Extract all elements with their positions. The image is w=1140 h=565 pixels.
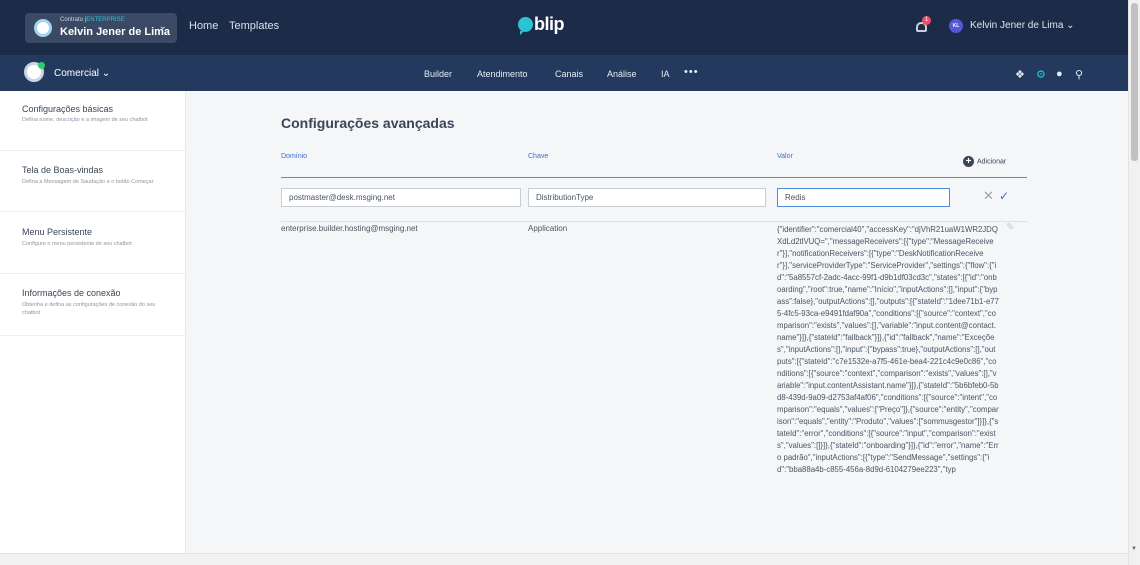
top-bar: Contrato |ENTERPRISE Kelvin Jener de Lim… <box>0 0 1128 55</box>
sidebar-item-desc: Defina a Mensagem de Saudação e o botão … <box>22 179 154 185</box>
row-domain: enterprise.builder.hosting@msging.net <box>281 224 418 233</box>
contract-label: Contrato |ENTERPRISE <box>60 17 125 23</box>
nav-atendimento[interactable]: Atendimento <box>477 69 528 79</box>
vertical-scrollbar[interactable]: ▼ <box>1128 0 1140 565</box>
row-divider <box>281 221 1027 222</box>
sidebar-item-title: Tela de Boas-vindas <box>22 165 104 175</box>
contract-avatar <box>34 19 52 37</box>
contract-name: Kelvin Jener de Lima <box>60 26 171 38</box>
sidebar-item-desc: Obtenha e defina as configurações de con… <box>22 302 156 316</box>
notification-badge: 1 <box>922 16 931 25</box>
scroll-down-arrow-icon[interactable]: ▼ <box>1131 546 1137 552</box>
horizontal-scrollbar[interactable] <box>0 553 1128 565</box>
cancel-edit-icon[interactable]: ✕ <box>983 188 994 204</box>
blip-logo-text: blip <box>534 14 565 34</box>
sidebar-item-welcome[interactable]: Tela de Boas-vindas Defina a Mensagem de… <box>0 151 185 212</box>
page-title: Configurações avançadas <box>281 115 455 131</box>
puzzle-icon[interactable]: ❖ <box>1015 68 1025 81</box>
key-input[interactable] <box>528 188 766 207</box>
advanced-settings-panel: Configurações avançadas Domínio Chave Va… <box>186 91 1128 565</box>
home-link[interactable]: Home <box>189 20 218 32</box>
nav-builder[interactable]: Builder <box>424 69 452 79</box>
chevron-down-icon: ⌄ <box>1066 20 1075 31</box>
column-header-domain: Domínio <box>281 153 308 160</box>
blip-logo-icon <box>518 17 533 35</box>
user-avatar[interactable]: KL <box>949 19 963 33</box>
sidebar-item-title: Menu Persistente <box>22 227 93 237</box>
chevron-down-icon: ⌄ <box>158 21 167 32</box>
header-divider <box>281 177 1027 178</box>
nav-canais[interactable]: Canais <box>555 69 583 79</box>
value-input[interactable] <box>777 188 950 207</box>
bot-bar: Comercial ⌄ Builder Atendimento Canais A… <box>0 55 1128 91</box>
column-header-value: Valor <box>777 153 793 160</box>
users-icon[interactable]: ● <box>1056 68 1063 80</box>
sidebar-item-connection[interactable]: Informações de conexão Obtenha e defina … <box>0 274 185 336</box>
notifications-bell-icon[interactable]: 1 <box>916 16 931 32</box>
sidebar-item-basic[interactable]: Configurações básicas Defina nome, descr… <box>0 91 185 151</box>
bot-name: Comercial <box>54 68 100 79</box>
scrollbar-thumb[interactable] <box>1131 3 1138 161</box>
confirm-edit-icon[interactable]: ✓ <box>999 189 1009 203</box>
row-key: Application <box>528 224 568 233</box>
contract-tier: ENTERPRISE <box>86 17 125 23</box>
domain-input[interactable] <box>281 188 521 207</box>
plus-icon: + <box>963 156 974 167</box>
sidebar-item-title: Configurações básicas <box>22 104 114 114</box>
user-name: Kelvin Jener de Lima <box>970 20 1064 31</box>
sidebar-item-title: Informações de conexão <box>22 288 121 298</box>
accessibility-icon[interactable]: ⚲ <box>1075 68 1083 81</box>
sidebar-item-persistent-menu[interactable]: Menu Persistente Configure o menu persis… <box>0 212 185 274</box>
user-menu[interactable]: Kelvin Jener de Lima ⌄ <box>970 20 1075 31</box>
nav-analise[interactable]: Análise <box>607 69 637 79</box>
settings-sidebar: Configurações básicas Defina nome, descr… <box>0 91 186 565</box>
more-menu-icon[interactable]: ••• <box>684 66 699 78</box>
templates-link[interactable]: Templates <box>229 20 279 32</box>
row-value: {"identifier":"comercial40","accessKey":… <box>777 225 999 474</box>
sidebar-item-desc: Defina nome, descrição e a imagem de seu… <box>22 117 148 123</box>
nav-ia[interactable]: IA <box>661 69 670 79</box>
edit-pencil-icon[interactable]: ✎ <box>1006 222 1014 233</box>
chevron-down-icon: ⌄ <box>101 68 111 79</box>
add-label: Adicionar <box>977 158 1007 166</box>
contract-switcher[interactable]: Contrato |ENTERPRISE Kelvin Jener de Lim… <box>25 13 177 43</box>
bot-selector[interactable]: Comercial ⌄ <box>54 68 110 79</box>
sidebar-item-desc: Configure o menu persistente de seu chat… <box>22 241 132 247</box>
add-button[interactable]: + Adicionar <box>963 156 1006 167</box>
column-header-key: Chave <box>528 153 549 160</box>
gear-icon[interactable]: ⚙ <box>1036 68 1046 81</box>
bot-avatar[interactable] <box>24 62 45 82</box>
